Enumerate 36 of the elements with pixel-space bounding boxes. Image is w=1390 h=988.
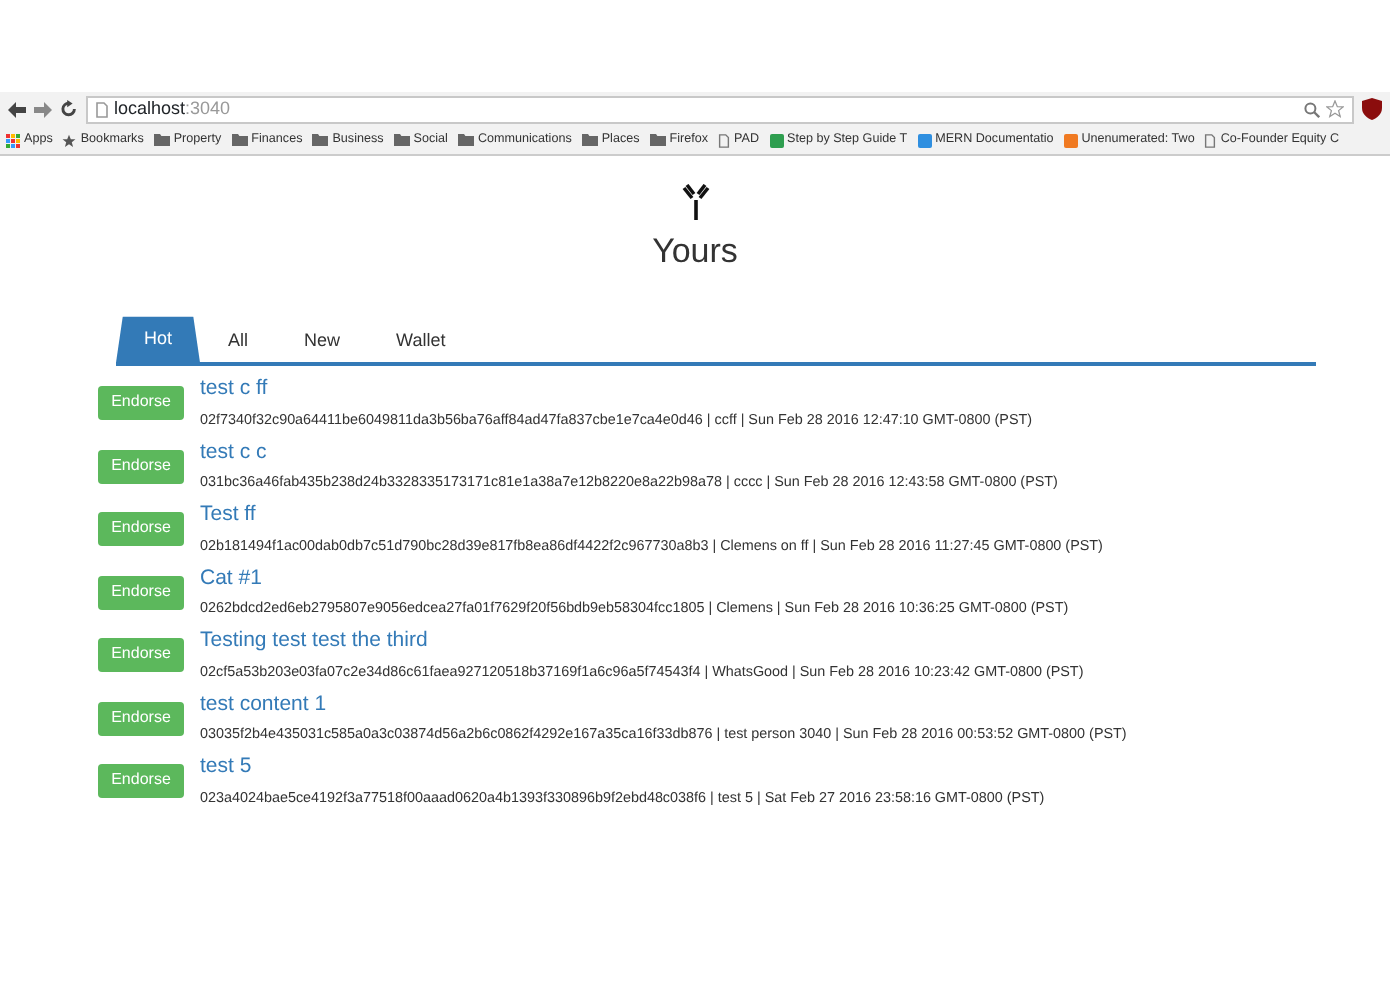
logo-icon: [677, 184, 713, 220]
folder-icon: [153, 134, 170, 146]
folder-icon: [457, 134, 474, 146]
post-title-link[interactable]: test c c: [200, 441, 1058, 465]
tab[interactable]: Hot: [116, 316, 201, 363]
page-icon: [1204, 133, 1217, 147]
post-title-link[interactable]: test 5: [200, 756, 1045, 780]
forward-icon[interactable]: [34, 101, 52, 117]
page-title: Yours: [650, 232, 740, 273]
post-title-link[interactable]: test c ff: [200, 378, 1033, 402]
reload-icon[interactable]: [60, 100, 78, 118]
tab[interactable]: New: [276, 320, 369, 363]
site-icon: [1063, 133, 1078, 147]
zoom-icon[interactable]: [1304, 101, 1320, 117]
post-title-link[interactable]: Cat #1: [200, 567, 1069, 591]
star-icon[interactable]: [1326, 100, 1344, 118]
post-title-link[interactable]: Testing test test the third: [200, 630, 1084, 654]
page-icon: [96, 101, 108, 117]
star-icon: [62, 133, 77, 147]
back-icon[interactable]: [8, 101, 26, 117]
site-icon: [769, 133, 783, 147]
page-icon: [718, 133, 731, 147]
folder-icon: [581, 134, 598, 146]
post-title-link[interactable]: test content 1: [200, 693, 1127, 717]
folder-icon: [649, 134, 666, 146]
post-title-link[interactable]: Test ff: [200, 504, 1103, 528]
tab[interactable]: All: [200, 320, 277, 363]
folder-icon: [393, 134, 410, 146]
folder-icon: [312, 134, 329, 146]
url-text: localhost:3040: [114, 95, 231, 122]
shield-icon[interactable]: [1362, 98, 1382, 120]
address-bar[interactable]: localhost:3040: [86, 95, 1354, 123]
folder-icon: [231, 134, 248, 146]
tab[interactable]: Wallet: [368, 320, 474, 363]
apps-grid-icon: [6, 133, 20, 147]
site-icon: [917, 133, 932, 147]
